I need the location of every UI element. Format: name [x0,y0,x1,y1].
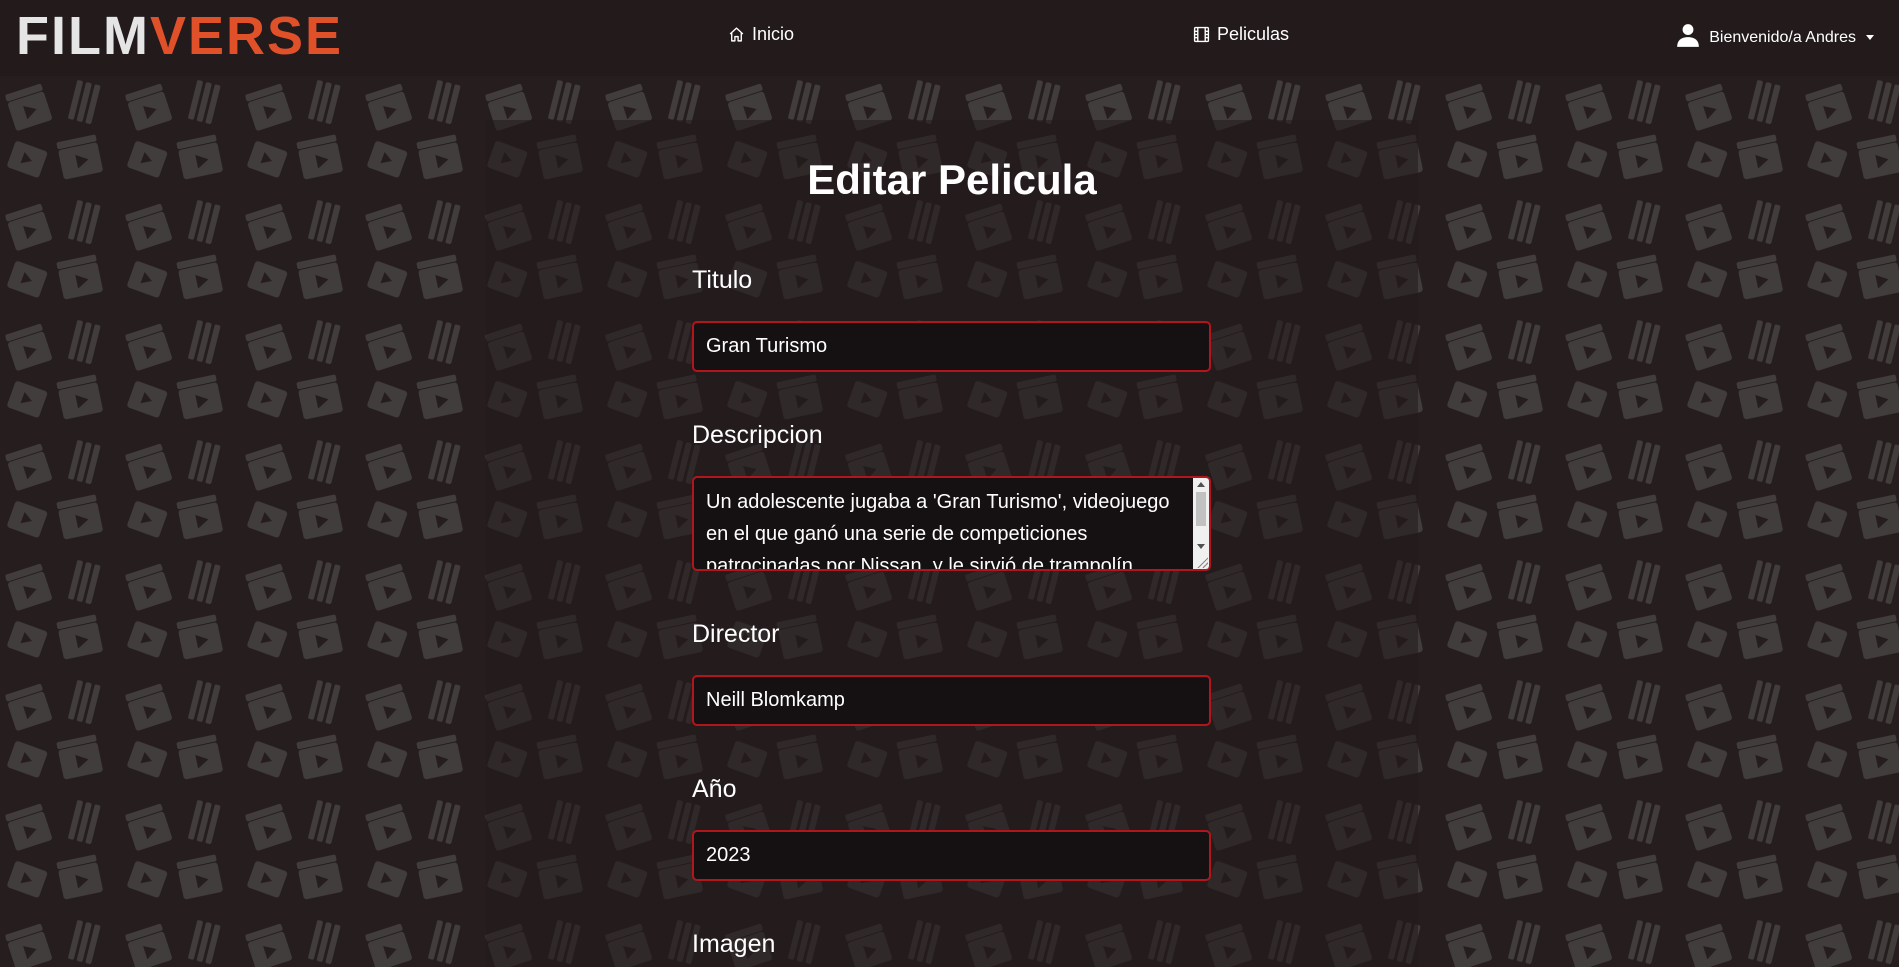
scroll-up-icon[interactable] [1197,482,1205,487]
page-title: Editar Pelicula [807,156,1097,203]
film-icon [1193,26,1210,43]
user-icon [1675,22,1701,53]
navbar: FILMVERSE Inicio Peliculas Bienvenido/a … [0,0,1899,76]
director-label: Director [692,620,780,648]
brand-logo[interactable]: FILMVERSE [16,8,343,64]
resize-handle-icon[interactable] [1196,556,1208,568]
imagen-label: Imagen [692,930,776,958]
nav-link-inicio-label: Inicio [752,24,795,44]
scroll-down-icon[interactable] [1197,544,1205,549]
user-greeting: Bienvenido/a Andres [1709,28,1856,46]
descripcion-label: Descripcion [692,421,823,449]
anio-label: Año [692,775,737,803]
titulo-label: Titulo [692,266,753,294]
descripcion-text: Un adolescente jugaba a 'Gran Turismo', … [706,491,1170,571]
descripcion-textarea[interactable]: Un adolescente jugaba a 'Gran Turismo', … [692,476,1211,571]
chevron-down-icon [1866,35,1874,40]
user-menu-dropdown[interactable]: Bienvenido/a Andres [1675,22,1874,53]
brand-logo-part1: FILM [16,6,150,66]
brand-logo-part2: VERSE [149,6,344,66]
nav-link-peliculas[interactable]: Peliculas [1193,24,1289,45]
textarea-scrollbar[interactable] [1193,478,1209,569]
nav-link-inicio[interactable]: Inicio [728,24,794,45]
nav-link-peliculas-label: Peliculas [1217,24,1290,44]
titulo-input[interactable] [692,321,1211,372]
anio-input[interactable] [692,830,1211,881]
scrollbar-thumb[interactable] [1196,492,1206,526]
home-icon [728,26,745,43]
director-input[interactable] [692,675,1211,726]
